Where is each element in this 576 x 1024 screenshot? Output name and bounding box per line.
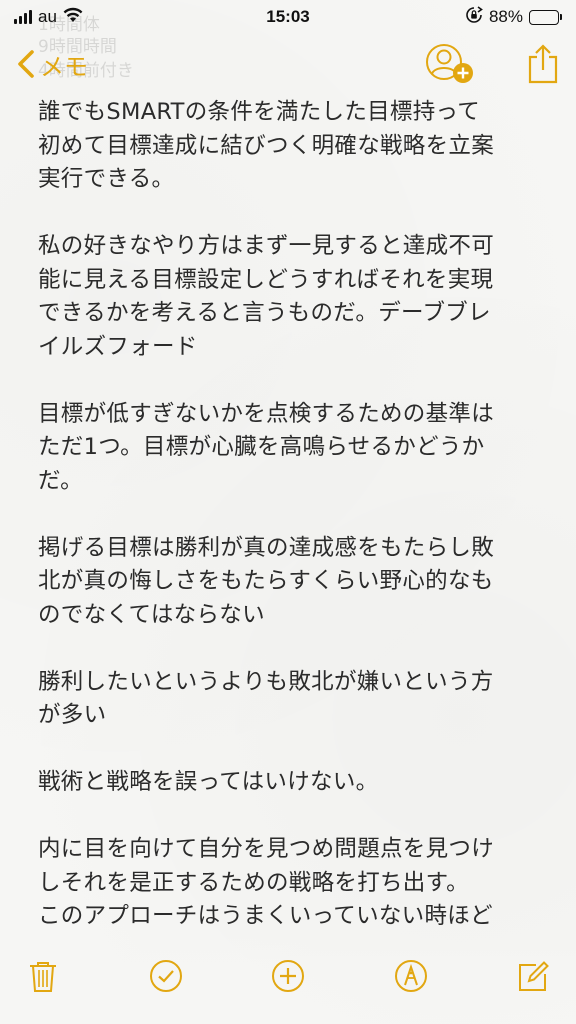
bottom-toolbar <box>0 936 576 1024</box>
markup-button[interactable] <box>394 959 428 993</box>
note-paragraph: 目標が低すぎないかを点検するための基準は ただ1つ。目標が心臓を高鳴らせるかどう… <box>38 400 495 494</box>
status-bar: au 15:03 88% <box>0 0 576 34</box>
back-label: メモ <box>40 52 88 81</box>
battery-percent: 88% <box>488 7 523 26</box>
note-paragraph: 掲げる目標は勝利が真の達成感をもたらし敗 北が真の悔しさをもたらすくらい野心的な… <box>38 534 495 628</box>
note-paragraph: 誰でもSMARTの条件を満たした目標持って 初めて目標達成に結びつく明確な戦略を… <box>38 99 495 192</box>
add-person-icon <box>426 44 473 83</box>
nav-actions <box>424 42 560 86</box>
signal-bars-icon <box>14 10 32 24</box>
notes-screen: au 15:03 88% 1時間体 9時間時間 4時間前付き メモ 誰でもSMA… <box>0 0 576 1024</box>
status-right: 88% <box>465 5 562 29</box>
note-paragraph: 戦術と戦略を誤ってはいけない。 <box>38 769 379 795</box>
note-body[interactable]: 誰でもSMARTの条件を満たした目標持って 初めて目標達成に結びつく明確な戦略を… <box>38 96 538 967</box>
checklist-button[interactable] <box>149 959 183 993</box>
share-icon <box>528 44 558 84</box>
add-button[interactable] <box>271 959 305 993</box>
note-paragraph: 内に目を向けて自分を見つめ問題点を見つけ しそれを是正するための戦略を打ち出す。… <box>38 836 495 929</box>
rotation-lock-icon <box>465 5 483 29</box>
chevron-left-icon <box>18 50 34 78</box>
add-icon <box>272 960 304 992</box>
markup-pen-icon <box>394 960 427 992</box>
battery-icon <box>529 9 562 25</box>
delete-button[interactable] <box>26 959 60 993</box>
add-person-button[interactable] <box>424 42 476 86</box>
note-paragraph: 勝利したいというよりも敗北が嫌いという方 が多い <box>38 668 494 729</box>
trash-icon <box>30 962 56 992</box>
checklist-icon <box>149 960 182 992</box>
back-button[interactable]: メモ <box>16 47 88 82</box>
compose-button[interactable] <box>516 959 550 993</box>
compose-icon <box>519 961 549 991</box>
note-paragraph: 私の好きなやり方はまず一見すると達成不可 能に見える目標設定しどうすればそれを実… <box>38 233 495 360</box>
status-left: au <box>14 7 83 28</box>
navigation-bar: メモ <box>0 34 576 94</box>
share-button[interactable] <box>526 43 560 85</box>
carrier-label: au <box>38 7 57 26</box>
wifi-icon <box>63 7 83 28</box>
